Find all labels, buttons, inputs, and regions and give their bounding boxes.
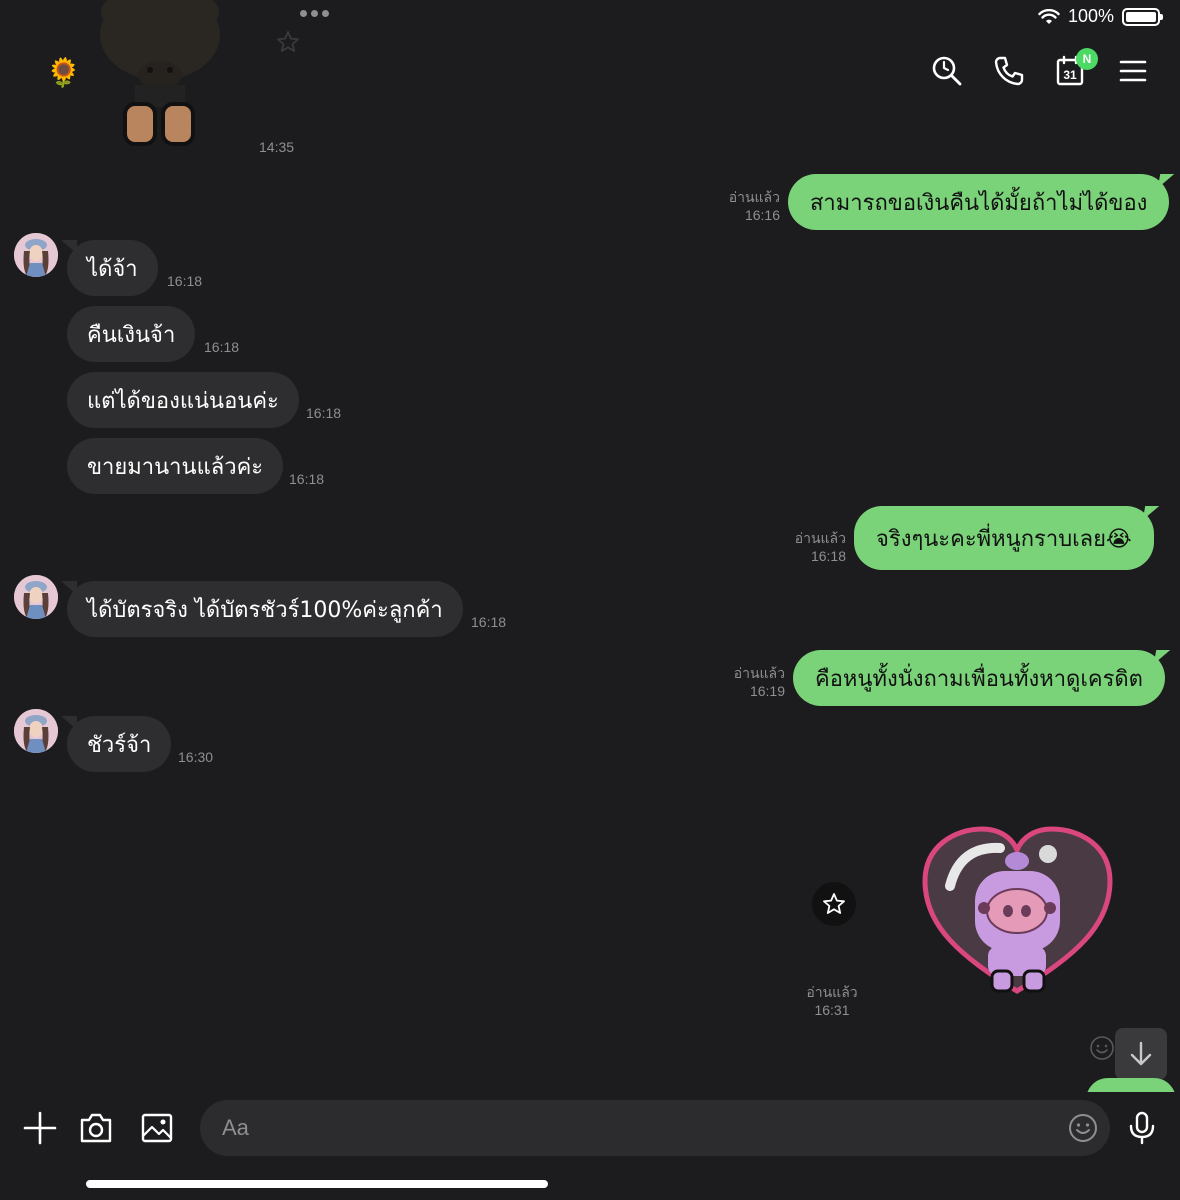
message-meta: อ่านแล้ว 16:16 — [700, 188, 780, 224]
battery-icon — [1122, 7, 1163, 26]
message-time: 16:18 — [289, 471, 325, 487]
notification-badge: N — [1076, 48, 1098, 70]
avatar[interactable] — [14, 575, 58, 619]
emoji-icon[interactable] — [1068, 1113, 1098, 1143]
plus-icon[interactable] — [22, 1110, 58, 1146]
message-composer: Aa — [0, 1092, 1180, 1200]
message-time: 14:35 — [259, 139, 295, 155]
message-time: 16:30 — [178, 749, 214, 765]
heart-sticker[interactable] — [920, 826, 1115, 1001]
read-receipt: อ่านแล้ว — [794, 530, 846, 546]
search-icon[interactable] — [930, 54, 964, 88]
incoming-message[interactable]: ได้จ้า — [61, 240, 158, 296]
message-meta: อ่านแล้ว 16:19 — [705, 664, 785, 700]
message-time: 16:18 — [167, 273, 203, 289]
outgoing-message[interactable]: สามารถขอเงินคืนได้มั้ยถ้าไม่ได้ของ — [788, 174, 1170, 230]
message-input-placeholder: Aa — [222, 1115, 249, 1140]
image-icon[interactable] — [139, 1110, 175, 1146]
phone-icon[interactable] — [992, 54, 1026, 88]
message-time: 16:19 — [749, 683, 785, 699]
message-time: 16:31 — [814, 1002, 850, 1018]
favorite-sticker-button[interactable] — [812, 882, 856, 926]
calendar-button[interactable]: 31 N — [1054, 48, 1098, 88]
camera-icon[interactable] — [78, 1110, 114, 1146]
incoming-message[interactable]: ได้บัตรจริง ได้บัตรชัวร์100%ค่ะลูกค้า — [61, 581, 463, 637]
scroll-to-bottom-button[interactable] — [1115, 1028, 1167, 1080]
message-time: 16:18 — [306, 405, 342, 421]
battery-percent: 100% — [1067, 6, 1114, 26]
message-meta: อ่านแล้ว 16:31 — [800, 983, 864, 1019]
message-time: 16:18 — [204, 339, 240, 355]
outgoing-message[interactable]: จริงๆนะคะพี่หนูกราบเลย😭 — [854, 506, 1154, 570]
reaction-icon[interactable] — [1089, 1035, 1115, 1061]
incoming-message[interactable]: คืนเงินจ้า — [67, 306, 196, 362]
message-meta: อ่านแล้ว 16:18 — [766, 529, 846, 565]
multitasking-dots[interactable] — [300, 10, 329, 17]
menu-icon[interactable] — [1116, 54, 1150, 88]
star-icon[interactable] — [276, 30, 300, 54]
message-time: 16:18 — [810, 548, 846, 564]
message-input[interactable]: Aa — [200, 1100, 1110, 1156]
avatar[interactable] — [14, 233, 58, 277]
message-time: 16:16 — [744, 207, 780, 223]
bear-sticker[interactable] — [95, 0, 225, 150]
avatar[interactable] — [14, 709, 58, 753]
message-time: 16:18 — [471, 614, 507, 630]
microphone-icon[interactable] — [1124, 1110, 1160, 1146]
arrow-down-icon — [1130, 1041, 1152, 1066]
read-receipt: อ่านแล้ว — [806, 984, 858, 1000]
incoming-message[interactable]: ขายมานานแล้วค่ะ — [67, 438, 284, 494]
outgoing-message[interactable]: คือหนูทั้งนั่งถามเพื่อนทั้งหาดูเครดิต — [793, 650, 1165, 706]
svg-text:31: 31 — [1063, 68, 1077, 82]
chat-title[interactable]: 🌻 — [46, 56, 81, 89]
incoming-message[interactable]: แต่ได้ของแน่นอนค่ะ — [67, 372, 299, 428]
wifi-icon — [1038, 8, 1060, 24]
read-receipt: อ่านแล้ว — [728, 189, 780, 205]
home-indicator — [86, 1180, 548, 1188]
star-icon — [823, 893, 845, 914]
incoming-message[interactable]: ชัวร์จ้า — [60, 716, 172, 772]
read-receipt: อ่านแล้ว — [733, 665, 785, 681]
